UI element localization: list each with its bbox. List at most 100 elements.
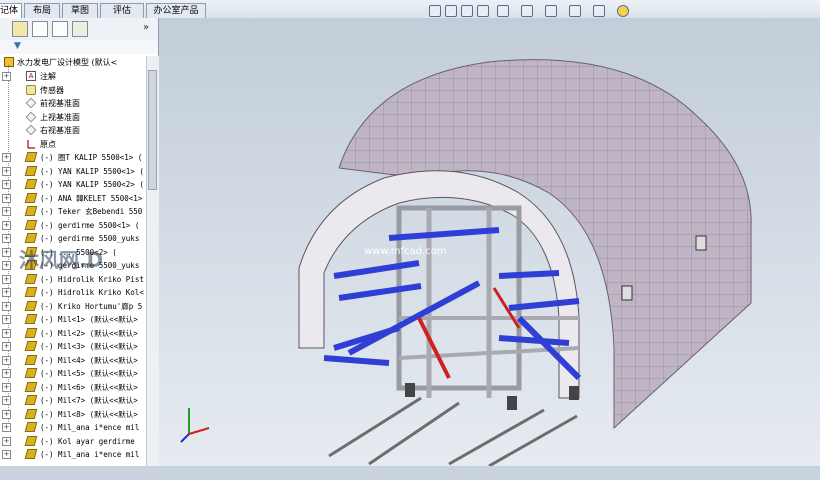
tree-item-label: 右视基准面 (40, 126, 80, 135)
graphics-viewport[interactable]: 沐风网.D www.mfcad.com (19, 5, 820, 466)
display-style-icon[interactable] (521, 5, 533, 17)
expand-toggle-icon[interactable]: + (2, 382, 11, 392)
zoom-area-icon[interactable] (445, 5, 457, 17)
expand-toggle-icon[interactable]: + (2, 450, 11, 459)
tab-evaluate[interactable]: 评估 (100, 3, 144, 18)
panel-toolbar: » (0, 18, 158, 41)
property-manager-icon[interactable] (32, 21, 48, 37)
tree-item[interactable]: + (-) YAN KALIP 5500<2> ( (0, 178, 146, 191)
tree-item[interactable]: + (-) ANA 韓KELET 5500<1> (0, 192, 146, 205)
assembly-icon (4, 57, 14, 67)
part-icon (24, 381, 38, 392)
expand-toggle-icon[interactable]: + (2, 301, 11, 311)
expand-toggle-icon[interactable]: + (2, 315, 11, 324)
tree-item-label: (-) YAN KALIP 5500<1> ( (40, 166, 144, 176)
tree-item-label: (-) 圈T KALIP 5500<1> ( (40, 153, 143, 162)
tree-item[interactable]: + (-) YAN KALIP 5500<1> ( (0, 165, 146, 178)
expand-toggle-icon[interactable]: + (2, 423, 11, 432)
section-view-icon[interactable] (477, 5, 489, 17)
tree-item[interactable]: + (-) Hidrolik Kriko Kol< (0, 286, 146, 299)
tree-item[interactable]: 前视基准面 (0, 97, 146, 110)
configuration-manager-icon[interactable] (52, 21, 68, 37)
expand-toggle-icon[interactable]: + (2, 396, 11, 405)
expand-toggle-icon[interactable]: + (2, 369, 11, 378)
view-settings-icon[interactable] (617, 5, 629, 17)
part-icon (24, 422, 38, 432)
tree-item[interactable]: 原点 (0, 138, 146, 151)
plane-icon (25, 111, 37, 122)
expand-toggle-icon[interactable]: + (2, 328, 11, 338)
part-icon (24, 408, 38, 419)
expand-toggle-icon[interactable]: + (2, 220, 11, 230)
tree-item-label: (-) Teker 玄Bebendi 550 (40, 207, 143, 216)
tree-item[interactable]: + (-) gerdirme 5500<1> ( (0, 219, 146, 232)
tree-item[interactable]: + (-) Mil<5> (默认<<默认> (0, 367, 146, 380)
apply-scene-icon[interactable] (593, 5, 605, 17)
edit-appearance-icon[interactable] (569, 5, 581, 17)
expand-toggle-icon[interactable]: + (2, 342, 11, 351)
hide-show-items-icon[interactable] (545, 5, 557, 17)
tree-item[interactable]: + (-) 圈T KALIP 5500<1> ( (0, 151, 146, 164)
expand-toggle-icon[interactable]: + (2, 72, 11, 81)
tab-layout[interactable]: 布局 (24, 3, 60, 18)
tree-item-label: (-) Mil<2> (默认<<默认> (40, 328, 138, 338)
expand-toggle-icon[interactable]: + (2, 234, 11, 243)
expand-toggle-icon[interactable]: + (2, 180, 11, 189)
expand-toggle-icon[interactable]: + (2, 153, 11, 162)
scrollbar-thumb[interactable] (148, 70, 157, 190)
tree-item[interactable]: + (-) Mil_ana i*ence mil (0, 421, 146, 434)
expand-toggle-icon[interactable]: + (2, 355, 11, 365)
zoom-to-fit-icon[interactable] (429, 5, 441, 17)
more-tabs-chevron-icon[interactable]: » (143, 22, 149, 33)
tree-item[interactable]: 上视基准面 (0, 111, 146, 124)
expand-toggle-icon[interactable]: + (2, 247, 11, 257)
tree-item-label: (-) ANA 韓KELET 5500<1> (40, 193, 143, 203)
expand-toggle-icon[interactable]: + (2, 274, 11, 284)
tree-item[interactable]: + (-) Kol ayar gerdirme (0, 435, 146, 448)
tree-item[interactable]: + (-) Hidrolik Kriko Pist (0, 273, 146, 286)
tree-item[interactable]: + (-) Kriko Hortumu'廊p 5 (0, 300, 146, 313)
tree-item[interactable]: + (-) Teker 玄Bebendi 550 (0, 205, 146, 218)
panel-scrollbar[interactable] (146, 56, 159, 466)
tree-item[interactable]: + (-) Mil<2> (默认<<默认> (0, 327, 146, 340)
feature-tree-icon[interactable] (12, 21, 28, 37)
tree-item[interactable]: + (-) Mil<1> (默认<<默认> (0, 313, 146, 326)
tree-item[interactable]: + (-) Mil<8> (默认<<默认> (0, 408, 146, 421)
expand-toggle-icon[interactable]: + (2, 436, 11, 446)
tunnel-formwork-model (298, 59, 752, 466)
tree-item[interactable]: + (-) Mil<6> (默认<<默认> (0, 381, 146, 394)
tab-office-products[interactable]: 办公室产品 (146, 3, 206, 18)
tree-item[interactable]: 右视基准面 (0, 124, 146, 137)
expand-toggle-icon[interactable]: + (2, 166, 11, 176)
expand-toggle-icon[interactable]: + (2, 207, 11, 216)
display-manager-icon[interactable] (72, 21, 88, 37)
tree-item-label: (-) Hidrolik Kriko Pist (40, 274, 144, 284)
tree-item[interactable]: + (-) Mil<7> (默认<<默认> (0, 394, 146, 407)
tree-item-label: (-) Mil<6> (默认<<默认> (40, 382, 138, 392)
tree-item[interactable]: 传感器 (0, 84, 146, 97)
command-manager-tabs: 记体 布局 草图 评估 办公室产品 (0, 0, 820, 19)
view-orientation-icon[interactable] (497, 5, 509, 17)
part-icon (24, 341, 38, 351)
tab-features[interactable]: 记体 (0, 3, 22, 18)
tree-item[interactable]: + A 注解 (0, 70, 146, 83)
previous-view-icon[interactable] (461, 5, 473, 17)
expand-toggle-icon[interactable]: + (2, 409, 11, 419)
tab-sketch[interactable]: 草图 (62, 3, 98, 18)
part-icon (24, 314, 38, 324)
expand-toggle-icon[interactable]: + (2, 193, 11, 203)
part-icon (24, 165, 38, 176)
part-icon (24, 327, 38, 338)
expand-toggle-icon[interactable]: + (2, 288, 11, 297)
filter-icon[interactable]: ▼ (14, 41, 25, 52)
part-icon (24, 233, 38, 243)
tree-root[interactable]: 水力发电厂设计模型 (默认< (0, 56, 146, 69)
tree-item[interactable]: + (-) Mil<3> (默认<<默认> (0, 340, 146, 353)
sensor-icon (26, 84, 36, 95)
tree-item[interactable]: + (-) Mil<4> (默认<<默认> (0, 354, 146, 367)
tree-item[interactable]: + (-) Mil_ana i*ence mil (0, 448, 146, 461)
tree-item-label: 注解 (40, 72, 56, 81)
tree-item-label: (-) Kriko Hortumu'廊p 5 (40, 301, 143, 311)
tree-item-label: (-) Mil<3> (默认<<默认> (40, 342, 138, 351)
expand-toggle-icon[interactable]: + (2, 261, 11, 270)
